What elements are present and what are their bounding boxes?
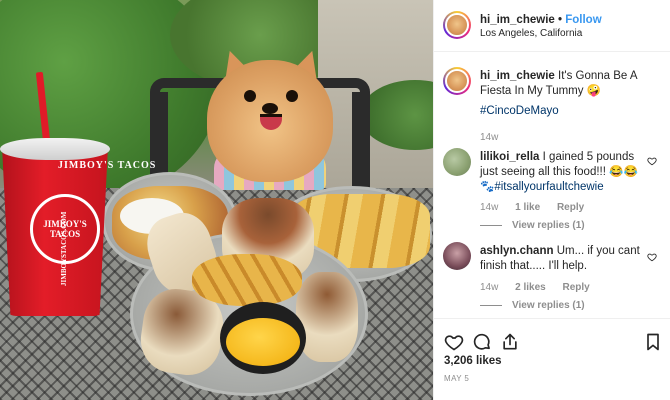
post-author-line: hi_im_chewie • Follow [480, 14, 602, 26]
chair-slat [352, 92, 360, 192]
view-replies-button[interactable]: View replies (1) [480, 220, 585, 231]
comment-time: 14w [480, 282, 499, 293]
caption-time: 14w [480, 132, 499, 143]
bookmark-icon[interactable] [643, 332, 663, 352]
post-date[interactable]: MAY 5 [444, 374, 469, 383]
comment-meta: 14w 1 like Reply [480, 202, 584, 213]
follow-button[interactable]: Follow [565, 14, 601, 26]
reply-button[interactable]: Reply [563, 282, 590, 293]
share-icon[interactable] [500, 332, 520, 352]
comment-text-block: lilikoi_rella I gained 5 pounds just see… [480, 150, 646, 195]
post-location[interactable]: Los Angeles, California [480, 28, 582, 39]
post-photo[interactable]: JIMBOY'S TACOS JIMBOY'S TACOS JIMBOYSTAC… [0, 0, 433, 400]
cup-lid [0, 138, 110, 160]
comment-likes[interactable]: 2 likes [515, 282, 546, 293]
comment-text-block: ashlyn.chann Um... if you cant finish th… [480, 244, 646, 274]
cup-brand-text: JIMBOY'S TACOS [58, 160, 157, 171]
avatar[interactable] [443, 242, 471, 270]
caption-emoji: 🤪 [586, 85, 602, 97]
caption-hashtag[interactable]: #CincoDeMayo [480, 105, 559, 117]
avatar[interactable] [443, 11, 471, 39]
comment-heart-icon[interactable] [647, 156, 657, 166]
post-header: hi_im_chewie • Follow Los Angeles, Calif… [434, 0, 670, 52]
reply-button[interactable]: Reply [557, 202, 584, 213]
post-sidebar: hi_im_chewie • Follow Los Angeles, Calif… [433, 0, 670, 400]
comment-time: 14w [480, 202, 499, 213]
heart-icon[interactable] [444, 332, 464, 352]
potato-wedges [192, 254, 302, 306]
caption-author[interactable]: hi_im_chewie [480, 70, 555, 82]
comment-likes[interactable]: 1 like [515, 202, 540, 213]
comment-meta: 14w 2 likes Reply [480, 282, 590, 293]
caption-text-block: hi_im_chewie It's Gonna Be A Fiesta In M… [480, 69, 646, 119]
replies-divider [480, 224, 502, 226]
comment-icon[interactable] [472, 332, 492, 352]
replies-divider [480, 304, 502, 306]
avatar[interactable] [443, 67, 471, 95]
paw-emoji: 🐾 [480, 181, 495, 193]
cup-website-text: JIMBOYSTACOS.COM [60, 211, 68, 286]
comment-author[interactable]: lilikoi_rella [480, 151, 539, 163]
avatar[interactable] [443, 148, 471, 176]
comment-emoji: 😂😂 [609, 166, 638, 178]
dog-nose [262, 103, 278, 114]
comment-author[interactable]: ashlyn.chann [480, 245, 554, 257]
likes-count[interactable]: 3,206 likes [444, 355, 502, 367]
post-author[interactable]: hi_im_chewie [480, 14, 555, 26]
burrito [296, 272, 358, 362]
comment-hashtag[interactable]: #itsallyourfaultchewie [494, 181, 603, 193]
dog-eye [286, 90, 298, 102]
nacho-cheese [226, 318, 300, 366]
separator-dot: • [558, 14, 563, 26]
comments-list[interactable]: hi_im_chewie It's Gonna Be A Fiesta In M… [434, 52, 670, 318]
comment-heart-icon[interactable] [647, 252, 657, 262]
dog-eye [244, 90, 256, 102]
view-replies-button[interactable]: View replies (1) [480, 300, 585, 311]
